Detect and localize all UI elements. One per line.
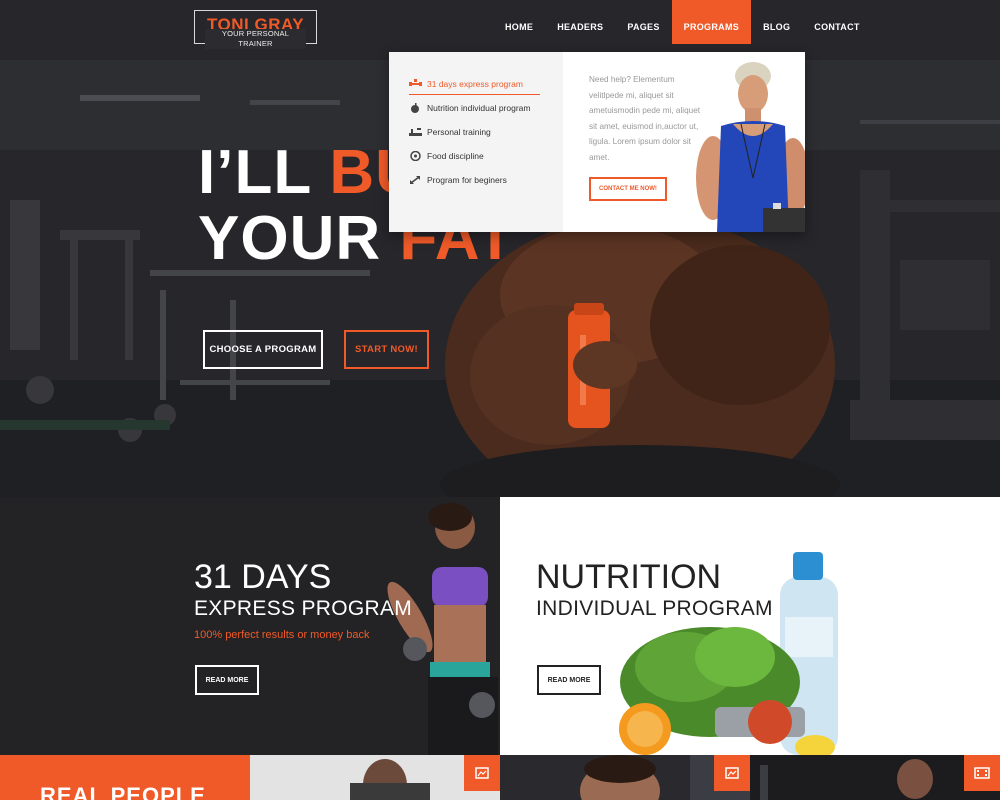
read-more-button[interactable]: READ MORE <box>195 665 259 695</box>
program-subtitle: INDIVIDUAL PROGRAM <box>536 597 773 620</box>
nav-blog[interactable]: BLOG <box>751 0 802 44</box>
gallery-photo-3 <box>760 759 933 800</box>
image-badge-icon <box>464 755 500 791</box>
gallery-tile-3[interactable] <box>750 755 1000 800</box>
nav-home[interactable]: HOME <box>493 0 545 44</box>
real-people-panel: REAL PEOPLE <box>0 755 250 800</box>
read-more-button[interactable]: READ MORE <box>537 665 601 695</box>
trainer-image <box>696 62 805 232</box>
gallery-tile-2[interactable] <box>500 755 750 800</box>
dropdown-item-food-discipline[interactable]: Food discipline <box>389 144 563 168</box>
dropdown-menu-list: 31 days express program Nutrition indivi… <box>389 52 563 232</box>
express-program-card: 31 DAYS EXPRESS PROGRAM 100% perfect res… <box>0 497 500 755</box>
help-text: Need help? Elementum velitlpede mi, aliq… <box>589 75 701 162</box>
dropdown-item-nutrition[interactable]: Nutrition individual program <box>389 96 563 120</box>
dumbbell-icon <box>409 79 422 86</box>
dropdown-item-beginners[interactable]: Program for beginers <box>389 168 563 192</box>
contact-me-button[interactable]: CONTACT ME NOW! <box>589 177 667 201</box>
program-title: 31 DAYS <box>194 558 332 596</box>
dropdown-item-express[interactable]: 31 days express program <box>389 72 563 96</box>
nutrition-program-card: NUTRITION INDIVIDUAL PROGRAM READ MORE <box>500 497 1000 755</box>
real-people-heading: REAL PEOPLE <box>40 783 206 800</box>
choose-program-button[interactable]: CHOOSE A PROGRAM <box>203 330 323 369</box>
program-subtitle: EXPRESS PROGRAM <box>194 597 413 620</box>
dropdown-item-personal-training[interactable]: Personal training <box>389 120 563 144</box>
main-nav: HOME HEADERS PAGES PROGRAMS BLOG CONTACT <box>493 0 872 44</box>
start-now-button[interactable]: START NOW! <box>344 330 429 369</box>
program-title: NUTRITION <box>536 558 722 596</box>
fitness-woman-image <box>387 503 498 755</box>
program-guarantee: 100% perfect results or money back <box>194 629 370 641</box>
video-badge-icon <box>964 755 1000 791</box>
gallery-photo-1 <box>350 759 430 800</box>
treadmill-icon <box>409 128 422 136</box>
programs-dropdown: 31 days express program Nutrition indivi… <box>389 52 805 232</box>
apple-icon <box>411 103 419 113</box>
gallery-photo-2 <box>580 755 750 800</box>
expand-arrows-icon <box>410 176 420 184</box>
gallery-tile-1[interactable] <box>250 755 500 800</box>
nav-programs[interactable]: PROGRAMS <box>671 0 752 44</box>
logo-tagline: YOUR PERSONAL TRAINER <box>205 29 306 49</box>
nav-headers[interactable]: HEADERS <box>545 0 615 44</box>
nav-pages[interactable]: PAGES <box>615 0 671 44</box>
site-logo[interactable]: TONI GRAY YOUR PERSONAL TRAINER <box>194 10 317 49</box>
dropdown-promo: Need help? Elementum velitlpede mi, aliq… <box>563 52 805 232</box>
image-badge-icon <box>714 755 750 791</box>
scale-icon <box>410 151 421 161</box>
nav-contact[interactable]: CONTACT <box>802 0 871 44</box>
